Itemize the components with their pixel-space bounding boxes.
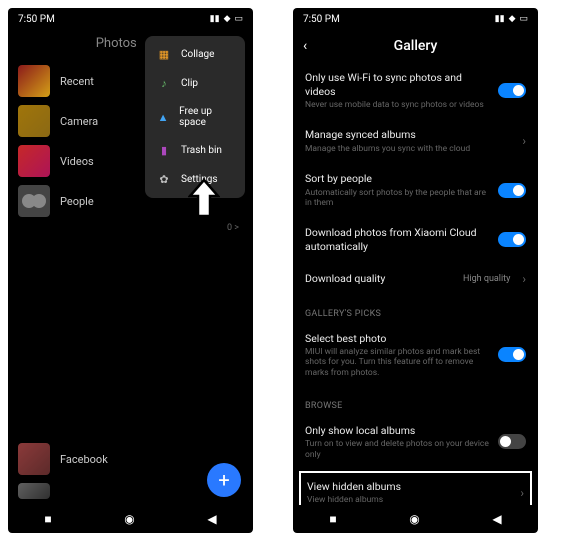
music-note-icon: ♪	[157, 77, 171, 90]
status-icons: ▮▮ ◆ ▭	[210, 14, 243, 24]
signal-icon: ▮▮	[495, 14, 505, 24]
setting-sub: Never use mobile data to sync photos or …	[305, 100, 490, 110]
signal-icon: ▮▮	[210, 14, 220, 24]
system-navbar: ■ ◉ ◀	[8, 505, 253, 533]
setting-manage-synced[interactable]: Manage synced albums Manage the albums y…	[293, 119, 538, 163]
chevron-right-icon: ›	[522, 134, 526, 148]
status-time: 7:50 PM	[303, 14, 340, 25]
plus-icon: +	[218, 468, 229, 492]
thumb-videos	[18, 145, 50, 177]
tab-photos[interactable]: Photos	[96, 36, 137, 51]
status-bar: 7:50 PM ▮▮ ◆ ▭	[293, 8, 538, 30]
album-label: Videos	[60, 155, 94, 168]
collage-icon: ▦	[157, 48, 171, 61]
menu-collage[interactable]: ▦ Collage	[145, 40, 245, 69]
thumb-partial	[18, 483, 50, 499]
gear-icon: ✿	[157, 173, 171, 186]
menu-label: Clip	[181, 78, 198, 89]
setting-label: Only use Wi-Fi to sync photos and videos	[305, 71, 490, 98]
rocket-icon: ▲	[157, 111, 169, 124]
section-header-picks: GALLERY'S PICKS	[293, 295, 538, 323]
annotation-arrow-up	[188, 178, 220, 223]
phone-photos-screen: 7:50 PM ▮▮ ◆ ▭ Photos A Recent Camera Vi…	[8, 8, 253, 533]
nav-back-icon[interactable]: ◀	[207, 512, 216, 526]
setting-wifi-sync[interactable]: Only use Wi-Fi to sync photos and videos…	[293, 62, 538, 119]
battery-icon: ▭	[234, 14, 243, 24]
menu-free-up-space[interactable]: ▲ Free up space	[145, 98, 245, 136]
menu-label: Free up space	[179, 106, 233, 128]
setting-download-quality[interactable]: Download quality High quality ›	[293, 263, 538, 295]
setting-best-photo[interactable]: Select best photo MIUI will analyze simi…	[293, 323, 538, 387]
phone-gallery-settings: 7:50 PM ▮▮ ◆ ▭ ‹ Gallery Only use Wi-Fi …	[293, 8, 538, 533]
chevron-right-icon: ›	[522, 272, 526, 286]
overflow-menu: ▦ Collage ♪ Clip ▲ Free up space ▮ Trash…	[145, 36, 245, 198]
setting-view-hidden-albums[interactable]: View hidden albums View hidden albums ›	[299, 471, 532, 505]
nav-recents-icon[interactable]: ■	[329, 512, 336, 526]
status-bar: 7:50 PM ▮▮ ◆ ▭	[8, 8, 253, 30]
setting-sub: View hidden albums	[307, 495, 512, 505]
status-icons: ▮▮ ◆ ▭	[495, 14, 528, 24]
title-bar: ‹ Gallery	[293, 30, 538, 62]
trash-icon: ▮	[157, 144, 171, 157]
chevron-right-icon: ›	[520, 486, 524, 500]
count-text: 0 >	[227, 223, 239, 233]
toggle-off[interactable]	[498, 434, 526, 449]
setting-label: View hidden albums	[307, 480, 512, 494]
thumb-people	[18, 185, 50, 217]
setting-sub: Automatically sort photos by the people …	[305, 188, 490, 208]
setting-sub: Turn on to view and delete photos on you…	[305, 439, 490, 459]
setting-value: High quality	[463, 274, 510, 284]
setting-label: Download photos from Xiaomi Cloud automa…	[305, 226, 490, 253]
menu-label: Trash bin	[181, 145, 222, 156]
toggle-on[interactable]	[498, 83, 526, 98]
album-label: People	[60, 195, 94, 208]
thumb-camera	[18, 105, 50, 137]
menu-trash-bin[interactable]: ▮ Trash bin	[145, 136, 245, 165]
settings-list[interactable]: Only use Wi-Fi to sync photos and videos…	[293, 62, 538, 505]
setting-label: Only show local albums	[305, 424, 490, 438]
album-label: Facebook	[60, 453, 108, 466]
back-button[interactable]: ‹	[303, 38, 307, 54]
setting-sort-people[interactable]: Sort by people Automatically sort photos…	[293, 163, 538, 217]
section-header-browse: BROWSE	[293, 387, 538, 415]
setting-label: Download quality	[305, 272, 455, 286]
battery-icon: ▭	[519, 14, 528, 24]
menu-label: Collage	[181, 49, 214, 60]
setting-local-only[interactable]: Only show local albums Turn on to view a…	[293, 415, 538, 469]
album-label: Recent	[60, 75, 94, 88]
setting-sub: MIUI will analyze similar photos and mar…	[305, 347, 490, 378]
nav-home-icon[interactable]: ◉	[409, 512, 419, 526]
album-count-row[interactable]: 0 >	[8, 221, 253, 235]
thumb-facebook	[18, 443, 50, 475]
nav-back-icon[interactable]: ◀	[492, 512, 501, 526]
album-label: Camera	[60, 115, 98, 128]
toggle-on[interactable]	[498, 347, 526, 362]
setting-label: Manage synced albums	[305, 128, 514, 142]
fab-add[interactable]: +	[207, 463, 241, 497]
setting-label: Select best photo	[305, 332, 490, 346]
wifi-icon: ◆	[224, 14, 231, 24]
setting-label: Sort by people	[305, 172, 490, 186]
setting-sub: Manage the albums you sync with the clou…	[305, 144, 514, 154]
status-time: 7:50 PM	[18, 14, 55, 25]
thumb-recent	[18, 65, 50, 97]
toggle-on[interactable]	[498, 183, 526, 198]
page-title: Gallery	[394, 38, 438, 54]
wifi-icon: ◆	[509, 14, 516, 24]
toggle-on[interactable]	[498, 232, 526, 247]
nav-recents-icon[interactable]: ■	[44, 512, 51, 526]
system-navbar: ■ ◉ ◀	[293, 505, 538, 533]
nav-home-icon[interactable]: ◉	[124, 512, 134, 526]
menu-clip[interactable]: ♪ Clip	[145, 69, 245, 98]
setting-download-auto[interactable]: Download photos from Xiaomi Cloud automa…	[293, 217, 538, 262]
